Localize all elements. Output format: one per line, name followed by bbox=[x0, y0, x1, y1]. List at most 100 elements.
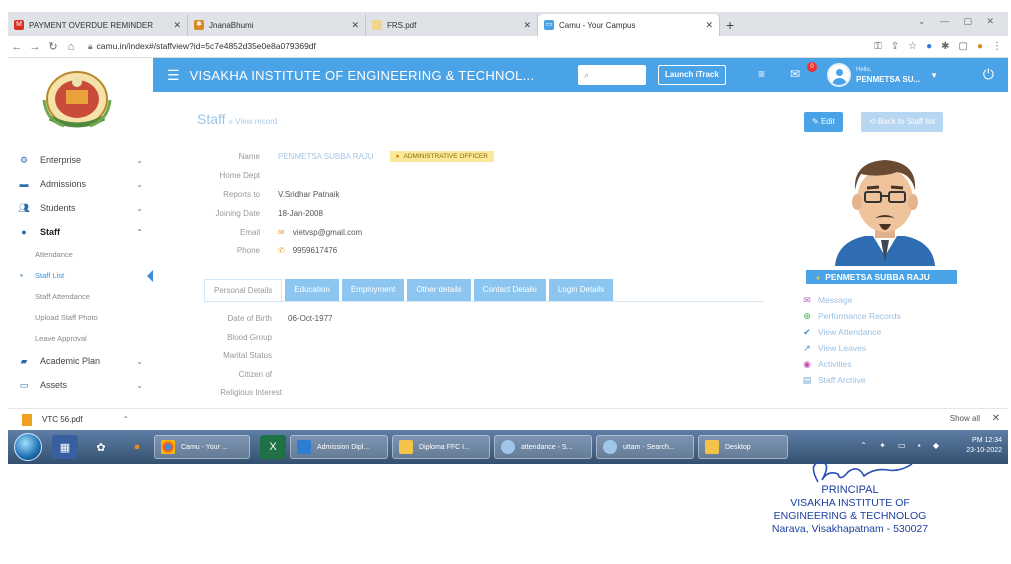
staff-archive-link[interactable]: ▤ Staff Archive bbox=[801, 372, 901, 388]
launch-itrack-button[interactable]: Launch iTrack bbox=[658, 65, 726, 85]
back-icon[interactable]: ← bbox=[8, 41, 26, 53]
excel-icon[interactable]: X bbox=[260, 435, 286, 459]
back-to-staff-list-button[interactable]: ⟲ Back to Staff list bbox=[861, 112, 944, 132]
field-home-dept: Home Dept bbox=[193, 168, 593, 182]
edit-icon: ✎ bbox=[812, 117, 821, 126]
list-icon[interactable]: ≡ bbox=[758, 67, 765, 81]
browser-tab[interactable]: M PAYMENT OVERDUE REMINDER ✕ bbox=[8, 14, 188, 36]
home-icon[interactable]: ⌂ bbox=[62, 41, 80, 53]
field-marital-status: Marital Status bbox=[193, 351, 493, 360]
user-menu[interactable]: Hello, PENMETSA SU... ▼ bbox=[827, 63, 938, 87]
tab-employment[interactable]: Employment bbox=[341, 279, 405, 301]
pdf-file-icon bbox=[22, 413, 32, 426]
reload-icon[interactable]: ↻ bbox=[44, 40, 62, 53]
performance-records-link[interactable]: ⊕ Performance Records bbox=[801, 308, 900, 324]
start-button[interactable] bbox=[14, 433, 42, 461]
tab-education[interactable]: Education bbox=[285, 279, 339, 301]
chevron-up-icon[interactable]: ⌃ bbox=[122, 415, 129, 424]
window-controls[interactable]: ⌄ — ▢ ✕ bbox=[918, 16, 1000, 27]
system-tray-icons[interactable]: ⌃ ✦ ▭ ▪ ◆ bbox=[860, 441, 944, 450]
check-icon: ✔ bbox=[803, 326, 811, 337]
close-tab-icon[interactable]: ✕ bbox=[351, 20, 359, 31]
download-item[interactable]: VTC 56.pdf ⌃ bbox=[22, 413, 129, 426]
taskbar-window-search[interactable]: attendance - S... bbox=[494, 435, 592, 459]
tab-other-details[interactable]: Other details bbox=[407, 279, 471, 301]
url-field[interactable]: 🔒︎ camu.in/index#/staffview?id=5c7e4852d3… bbox=[88, 41, 316, 52]
taskbar-window-desktop[interactable]: Desktop bbox=[698, 435, 788, 459]
action-label: View Attendance bbox=[818, 327, 882, 337]
stamp-line: Narava, Visakhapatnam - 530027 bbox=[771, 523, 929, 535]
star-icon[interactable]: ☆ bbox=[908, 41, 917, 52]
browser-tab-active[interactable]: ▭ Camu - Your Campus ✕ bbox=[538, 14, 720, 36]
media-player-icon[interactable]: ▦ bbox=[52, 435, 78, 459]
sidebar-item-staff[interactable]: ● Staff ⌃ bbox=[8, 220, 153, 244]
tab-contact-details[interactable]: Contact Details bbox=[473, 279, 546, 301]
subitem-label: Staff Attendance bbox=[35, 292, 90, 301]
forward-icon[interactable]: → bbox=[26, 41, 44, 53]
firefox-icon[interactable]: ● bbox=[124, 435, 150, 459]
view-leaves-link[interactable]: ↗ View Leaves bbox=[801, 340, 901, 356]
key-icon[interactable]: ⚿ bbox=[874, 41, 882, 52]
search-input[interactable]: ⌕ bbox=[578, 65, 646, 85]
search-icon bbox=[501, 440, 515, 454]
field-label: Name bbox=[238, 151, 260, 161]
email-value[interactable]: vietvsp@gmail.com bbox=[293, 228, 362, 237]
users-icon: 👥︎ bbox=[18, 202, 30, 213]
field-label: Phone bbox=[236, 245, 260, 255]
close-icon[interactable]: ✕ bbox=[992, 413, 1000, 424]
field-reports-to: Reports to V.Sridhar Patnaik bbox=[193, 187, 593, 201]
close-tab-icon[interactable]: ✕ bbox=[523, 20, 531, 31]
view-attendance-link[interactable]: ✔ View Attendance bbox=[801, 324, 901, 340]
page-title-text: Staff bbox=[197, 111, 226, 127]
field-religious-interest: Religious Interest bbox=[193, 388, 493, 398]
browser-tab[interactable]: FRS.pdf ✕ bbox=[366, 14, 538, 36]
new-tab-icon[interactable]: + bbox=[726, 17, 734, 33]
hamburger-menu-icon[interactable]: ☰ bbox=[167, 67, 180, 84]
show-all-button[interactable]: Show all bbox=[950, 414, 980, 423]
profile-icon[interactable]: ● bbox=[977, 41, 983, 52]
close-tab-icon[interactable]: ✕ bbox=[705, 20, 713, 31]
tab-login-details[interactable]: Login Details bbox=[548, 279, 614, 301]
clock[interactable]: PM 12:34 23-10-2022 bbox=[966, 436, 1002, 456]
paint-icon[interactable]: ✿ bbox=[88, 435, 114, 459]
share-icon[interactable]: ⇪ bbox=[891, 41, 899, 52]
taskbar-window-folder[interactable]: Diploma FFC I... bbox=[392, 435, 490, 459]
network-icon: ⚙ bbox=[19, 154, 29, 165]
sidebar-item-students[interactable]: 👥︎ Students ⌄ bbox=[8, 196, 153, 220]
tab-personal-details[interactable]: Personal Details bbox=[204, 279, 283, 301]
menu-icon[interactable]: ⋮ bbox=[992, 41, 1002, 52]
opera-icon[interactable]: ● bbox=[926, 41, 932, 52]
chevron-down-icon: ⌄ bbox=[136, 203, 143, 213]
sidebar-toggle-icon[interactable]: ▢ bbox=[959, 41, 968, 52]
close-tab-icon[interactable]: ✕ bbox=[173, 20, 181, 31]
taskbar-window-search[interactable]: uttam - Search... bbox=[596, 435, 694, 459]
lock-icon: 🔒︎ bbox=[88, 41, 93, 51]
power-icon[interactable]: ⏻ bbox=[983, 66, 994, 83]
mail-icon[interactable]: ✉ bbox=[790, 67, 800, 81]
sidebar-item-enterprise[interactable]: ⚙ Enterprise ⌄ bbox=[8, 148, 153, 172]
sidebar-item-admissions[interactable]: ▬ Admissions ⌄ bbox=[8, 172, 153, 196]
sidebar-subitem-leave-approval[interactable]: Leave Approval bbox=[8, 328, 153, 349]
message-link[interactable]: ✉ Message bbox=[801, 292, 901, 308]
sidebar-subitem-staff-attendance[interactable]: Staff Attendance bbox=[8, 286, 153, 307]
sidebar-item-assets[interactable]: ▭ Assets ⌄ bbox=[8, 373, 153, 397]
tab-label: JnanaBhumi bbox=[209, 20, 254, 30]
taskbar-window-chrome[interactable]: Camu - Your ... bbox=[154, 435, 250, 459]
sidebar-subitem-attendance[interactable]: Attendance bbox=[8, 244, 153, 265]
phone-value: 9959617476 bbox=[292, 245, 338, 255]
activities-link[interactable]: ◉ Activities bbox=[801, 356, 901, 372]
stamp-line: VISAKHA INSTITUTE OF bbox=[790, 497, 910, 509]
envelope-icon: ✉ bbox=[803, 294, 811, 305]
sidebar-subitem-staff-list[interactable]: • Staff List bbox=[8, 265, 153, 286]
chevron-down-icon: ⌄ bbox=[136, 179, 143, 189]
sidebar-item-academic-plan[interactable]: ▰ Academic Plan ⌄ bbox=[8, 349, 153, 373]
browser-tab[interactable]: ✱ JnanaBhumi ✕ bbox=[188, 14, 366, 36]
institution-name: VISAKHA INSTITUTE OF ENGINEERING & TECHN… bbox=[189, 67, 535, 83]
field-name: Name PENMETSA SUBBA RAJU ADMINISTRATIVE … bbox=[193, 149, 593, 163]
stamp-line: ENGINEERING & TECHNOLOG bbox=[773, 510, 927, 522]
puzzle-icon[interactable]: ✱ bbox=[941, 41, 949, 52]
edit-button[interactable]: ✎ Edit bbox=[804, 112, 843, 132]
field-joining-date: Joining Date 18-Jan-2008 bbox=[193, 206, 593, 220]
taskbar-window-word[interactable]: Admission Dipl... bbox=[290, 435, 388, 459]
sidebar-subitem-upload-photo[interactable]: Upload Staff Photo bbox=[8, 307, 153, 328]
